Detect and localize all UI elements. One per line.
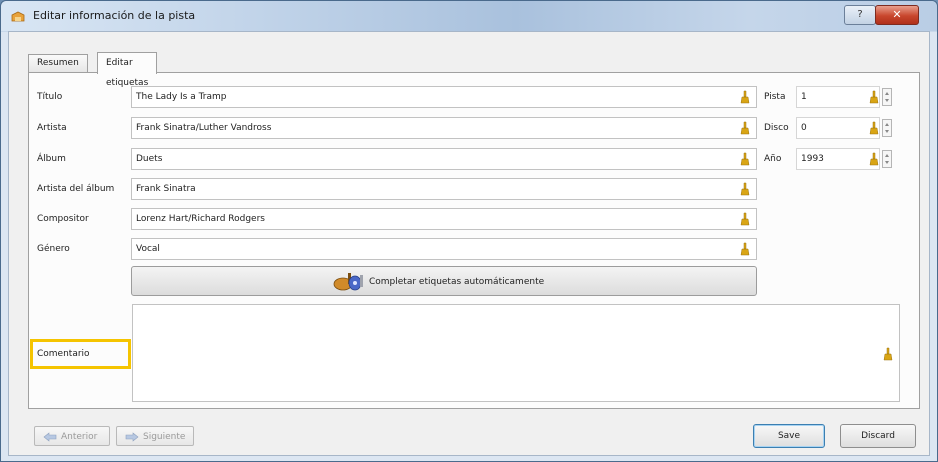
artista-album-input[interactable]: Frank Sinatra <box>131 178 757 200</box>
autocomplete-label: Completar etiquetas automáticamente <box>369 277 545 287</box>
window-title: Editar información de la pista <box>33 9 196 22</box>
tab-resumen[interactable]: Resumen <box>28 54 88 72</box>
compositor-input[interactable]: Lorenz Hart/Richard Rodgers <box>131 208 757 230</box>
reset-disco-icon[interactable] <box>869 121 879 135</box>
next-label: Siguiente <box>143 432 186 442</box>
close-button[interactable]: ✕ <box>875 5 919 25</box>
comentario-textarea[interactable] <box>132 304 900 402</box>
highlight-box <box>30 339 131 369</box>
label-pista: Pista <box>764 92 786 102</box>
label-artista-album: Artista del álbum <box>37 184 115 194</box>
label-genero: Género <box>37 244 70 254</box>
reset-titulo-icon[interactable] <box>740 90 750 104</box>
reset-comentario-icon[interactable] <box>883 347 893 361</box>
music-instruments-icon <box>333 273 363 291</box>
disco-spinner[interactable] <box>882 119 892 137</box>
help-button[interactable]: ? <box>844 5 876 25</box>
anio-input[interactable]: 1993 <box>796 148 880 170</box>
pista-input[interactable]: 1 <box>796 86 880 108</box>
label-compositor: Compositor <box>37 214 89 224</box>
arrow-left-icon <box>43 432 57 442</box>
pista-spinner[interactable] <box>882 88 892 106</box>
discard-button[interactable]: Discard <box>840 424 916 448</box>
label-disco: Disco <box>764 123 789 133</box>
titulo-input[interactable]: The Lady Is a Tramp <box>131 86 757 108</box>
genero-input[interactable]: Vocal <box>131 238 757 260</box>
reset-album-icon[interactable] <box>740 152 750 166</box>
label-titulo: Título <box>37 92 63 102</box>
reset-pista-icon[interactable] <box>869 90 879 104</box>
label-artista: Artista <box>37 123 67 133</box>
tab-editar-etiquetas[interactable]: Editar etiquetas <box>97 52 158 88</box>
reset-genero-icon[interactable] <box>740 242 750 256</box>
previous-button[interactable]: Anterior <box>34 426 110 446</box>
previous-label: Anterior <box>61 432 98 442</box>
title-bar[interactable]: Editar información de la pista ? ✕ <box>1 1 937 31</box>
reset-anio-icon[interactable] <box>869 152 879 166</box>
arrow-right-icon <box>125 432 139 442</box>
app-icon <box>11 11 25 22</box>
artista-input[interactable]: Frank Sinatra/Luther Vandross <box>131 117 757 139</box>
save-button[interactable]: Save <box>753 424 825 448</box>
reset-artista-album-icon[interactable] <box>740 182 750 196</box>
label-anio: Año <box>764 154 782 164</box>
disco-input[interactable]: 0 <box>796 117 880 139</box>
album-input[interactable]: Duets <box>131 148 757 170</box>
anio-spinner[interactable] <box>882 150 892 168</box>
reset-compositor-icon[interactable] <box>740 212 750 226</box>
next-button[interactable]: Siguiente <box>116 426 194 446</box>
label-album: Álbum <box>37 154 66 164</box>
reset-artista-icon[interactable] <box>740 121 750 135</box>
